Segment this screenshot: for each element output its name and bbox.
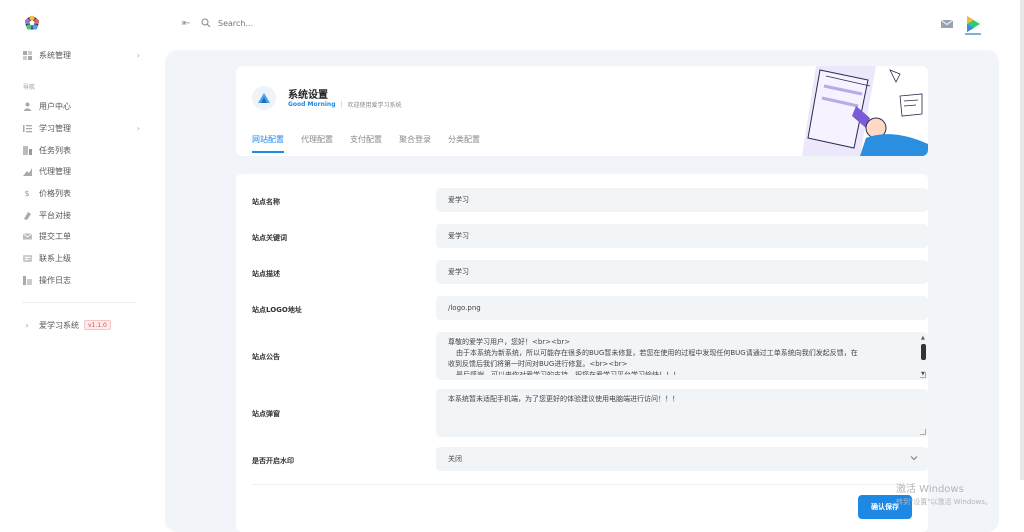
notice-line: 最后感谢，可以来你对爱学习的支持，祝您在爱学习平台学习愉快！！！ bbox=[456, 371, 680, 375]
avatar[interactable] bbox=[962, 14, 984, 36]
notice-textarea[interactable]: 尊敬的爱学习用户，您好！<br><br> 由于本系统为新系统，所以可能存在很多的… bbox=[436, 332, 928, 380]
agent-icon bbox=[22, 166, 32, 176]
field-label: 站点弹窗 bbox=[252, 410, 280, 418]
page-subtitle: Good Morning | 欢迎使用爱学习系统 bbox=[288, 100, 402, 109]
grid-icon bbox=[22, 50, 32, 60]
sidebar-item-label: 代理管理 bbox=[39, 166, 71, 176]
sidebar-item-tasks[interactable]: 任务列表 bbox=[22, 143, 142, 157]
sidebar-footer[interactable]: › 爱学习系统 v1.1.0 bbox=[22, 318, 142, 332]
site-config-form: 站点名称 爱学习 站点关键词 爱学习 站点描述 爱学习 站点LOGO地址 /lo… bbox=[236, 174, 928, 532]
field-label: 站点描述 bbox=[252, 270, 280, 278]
sidebar-item-label: 联系上级 bbox=[39, 253, 71, 263]
sidebar-item-system[interactable]: 系统管理 › bbox=[22, 48, 142, 62]
sidebar-item-label: 用户中心 bbox=[39, 101, 71, 111]
field-label: 站点关键词 bbox=[252, 234, 287, 242]
sidebar-item-contact[interactable]: 联系上级 bbox=[22, 251, 142, 265]
keywords-input[interactable]: 爱学习 bbox=[436, 224, 928, 248]
watermark-select[interactable]: 关闭 bbox=[436, 447, 928, 471]
tasks-icon bbox=[22, 145, 32, 155]
tab-payment-config[interactable]: 支付配置 bbox=[350, 134, 382, 153]
field-label: 站点公告 bbox=[252, 353, 280, 361]
welcome-text: 欢迎使用爱学习系统 bbox=[347, 102, 402, 109]
sidebar-item-label: 任务列表 bbox=[39, 145, 71, 155]
app-name: 爱学习系统 bbox=[39, 320, 79, 330]
page-header-card: 系统设置 Good Morning | 欢迎使用爱学习系统 网站配置 代理配置 … bbox=[236, 66, 928, 156]
chevron-right-icon: › bbox=[136, 123, 140, 133]
watermark-subtitle: 转到"设置"以激活 Windows。 bbox=[896, 498, 992, 506]
scroll-thumb[interactable] bbox=[921, 344, 926, 360]
tab-aggregate-login[interactable]: 聚合登录 bbox=[399, 134, 431, 153]
nav-group-label: 导航 bbox=[23, 84, 36, 91]
sidebar-item-prices[interactable]: $ 价格列表 bbox=[22, 186, 142, 200]
search-input[interactable] bbox=[218, 16, 358, 30]
sidebar-item-platform[interactable]: 平台对接 bbox=[22, 208, 142, 222]
tab-agent-config[interactable]: 代理配置 bbox=[301, 134, 333, 153]
sidebar-item-logs[interactable]: 操作日志 bbox=[22, 273, 142, 287]
site-name-input[interactable]: 爱学习 bbox=[436, 188, 928, 212]
settings-tabs: 网站配置 代理配置 支付配置 聚合登录 分类配置 bbox=[252, 134, 497, 153]
field-label: 是否开启水印 bbox=[252, 457, 294, 465]
tab-site-config[interactable]: 网站配置 bbox=[252, 134, 284, 153]
dollar-icon: $ bbox=[24, 188, 30, 198]
notice-line: 由于本系统为新系统，所以可能存在很多的BUG暂未修复，若您在使用的过程中发现任何… bbox=[456, 349, 858, 357]
field-label: 站点LOGO地址 bbox=[252, 306, 302, 314]
notice-line: 收到反馈后我们将第一时间对BUG进行修复。<br><br> bbox=[448, 360, 628, 368]
mail-icon[interactable] bbox=[941, 20, 953, 28]
sidebar-item-label: 系统管理 bbox=[39, 50, 71, 60]
topbar: ⇤ bbox=[165, 0, 1024, 46]
sidebar: 系统管理 › 导航 用户中心 学习管理 › 任务列表 代理管理 $ 价格列表 平… bbox=[0, 0, 150, 532]
sidebar-item-study[interactable]: 学习管理 › bbox=[22, 121, 142, 135]
link-icon bbox=[22, 210, 32, 220]
contact-icon bbox=[22, 253, 32, 263]
windows-activation-watermark: 激活 Windows 转到"设置"以激活 Windows。 bbox=[896, 480, 992, 507]
sidebar-item-user-center[interactable]: 用户中心 bbox=[22, 99, 142, 113]
settings-app-icon bbox=[252, 86, 276, 110]
tab-category-config[interactable]: 分类配置 bbox=[448, 134, 480, 153]
notice-scrollbar[interactable]: ▲ ▼ bbox=[921, 335, 926, 377]
greeting-text: Good Morning bbox=[288, 101, 336, 108]
chevron-right-icon: › bbox=[25, 320, 29, 330]
chevron-down-icon bbox=[910, 456, 918, 461]
page-title: 系统设置 bbox=[288, 90, 328, 101]
field-label: 站点名称 bbox=[252, 198, 280, 206]
header-illustration bbox=[802, 66, 928, 156]
subtitle-separator: | bbox=[340, 101, 343, 108]
chevron-right-icon: › bbox=[136, 50, 140, 60]
sidebar-item-agents[interactable]: 代理管理 bbox=[22, 164, 142, 178]
watermark-selected-value: 关闭 bbox=[448, 455, 462, 463]
sidebar-item-ticket[interactable]: 提交工单 bbox=[22, 229, 142, 243]
sidebar-item-label: 操作日志 bbox=[39, 275, 71, 285]
popup-text: 本系统暂未适配手机端，为了您更好的体验建议使用电脑端进行访问！！！ bbox=[448, 395, 679, 403]
sidebar-item-label: 提交工单 bbox=[39, 231, 71, 241]
scroll-up-icon[interactable]: ▲ bbox=[921, 333, 925, 344]
resize-handle[interactable] bbox=[920, 429, 926, 435]
sidebar-divider bbox=[22, 302, 136, 303]
ticket-icon bbox=[22, 231, 32, 241]
description-input[interactable]: 爱学习 bbox=[436, 260, 928, 284]
search-icon[interactable] bbox=[201, 18, 211, 28]
sidebar-item-label: 价格列表 bbox=[39, 188, 71, 198]
sidebar-item-label: 平台对接 bbox=[39, 210, 71, 220]
logo-url-input[interactable]: /logo.png bbox=[436, 296, 928, 320]
log-icon bbox=[22, 275, 32, 285]
resize-handle[interactable] bbox=[920, 372, 926, 378]
popup-textarea[interactable]: 本系统暂未适配手机端，为了您更好的体验建议使用电脑端进行访问！！！ bbox=[436, 389, 928, 437]
page-scrollbar[interactable] bbox=[1020, 0, 1024, 480]
logo-icon[interactable] bbox=[24, 15, 40, 31]
sidebar-item-label: 学习管理 bbox=[39, 123, 71, 133]
list-icon bbox=[22, 123, 32, 133]
collapse-sidebar-icon[interactable]: ⇤ bbox=[182, 18, 190, 29]
user-icon bbox=[22, 101, 32, 111]
notice-line: 尊敬的爱学习用户，您好！<br><br> bbox=[448, 338, 571, 346]
version-badge: v1.1.0 bbox=[84, 320, 111, 330]
watermark-title: 激活 Windows bbox=[896, 484, 964, 495]
form-divider bbox=[252, 484, 912, 485]
